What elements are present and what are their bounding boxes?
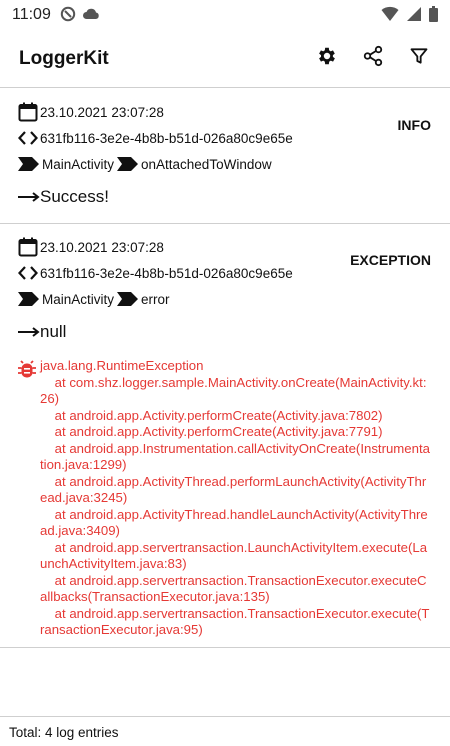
log-method: error xyxy=(141,291,170,307)
message-row: Success! xyxy=(18,179,432,215)
share-button[interactable] xyxy=(360,45,386,71)
code-icon xyxy=(18,130,40,146)
log-level: INFO xyxy=(397,117,431,133)
log-class: MainActivity xyxy=(42,291,115,307)
footer: Total: 4 log entries xyxy=(0,716,450,746)
status-time: 11:09 xyxy=(12,6,51,23)
stacktrace-block: java.lang.RuntimeException at com.shz.lo… xyxy=(18,358,432,639)
log-session: 631fb116-3e2e-4b8b-b51d-026a80c9e65e xyxy=(40,130,293,146)
label-arrow-icon xyxy=(117,156,139,172)
cloud-icon xyxy=(82,7,100,26)
code-icon xyxy=(18,265,40,281)
log-message: null xyxy=(40,322,67,341)
arrow-right-icon xyxy=(18,190,40,204)
log-entry[interactable]: INFO 23.10.2021 23:07:28 631fb116-3e2e-4… xyxy=(0,89,450,224)
log-level: EXCEPTION xyxy=(350,252,431,268)
label-arrow-icon xyxy=(18,156,40,172)
log-method: onAttachedToWindow xyxy=(141,156,272,172)
app-title: LoggerKit xyxy=(19,48,109,69)
arrow-right-icon xyxy=(18,325,40,339)
message-row: null xyxy=(18,314,432,350)
session-row: 631fb116-3e2e-4b8b-b51d-026a80c9e65e xyxy=(18,125,432,151)
status-left-icons xyxy=(60,6,100,27)
log-session: 631fb116-3e2e-4b8b-b51d-026a80c9e65e xyxy=(40,265,293,281)
vpn-icon xyxy=(60,6,76,27)
calendar-icon xyxy=(18,237,40,257)
status-right-icons xyxy=(381,6,438,27)
log-class: MainActivity xyxy=(42,156,115,172)
stacktrace-text: java.lang.RuntimeException at com.shz.lo… xyxy=(40,358,430,637)
filter-icon xyxy=(409,46,429,71)
filter-button[interactable] xyxy=(406,45,432,71)
app-actions xyxy=(314,45,432,71)
total-count: Total: 4 log entries xyxy=(9,725,119,740)
gear-icon xyxy=(316,45,338,72)
log-date: 23.10.2021 23:07:28 xyxy=(40,104,164,120)
label-arrow-icon xyxy=(18,291,40,307)
label-arrow-icon xyxy=(117,291,139,307)
app-bar: LoggerKit xyxy=(0,32,450,88)
status-bar: 11:09 xyxy=(0,0,450,32)
location-row: MainActivity error xyxy=(18,286,432,312)
bug-icon xyxy=(18,358,40,639)
battery-icon xyxy=(429,6,438,27)
log-message: Success! xyxy=(40,187,109,206)
log-date: 23.10.2021 23:07:28 xyxy=(40,239,164,255)
signal-icon xyxy=(407,6,421,27)
wifi-icon xyxy=(381,6,399,27)
calendar-icon xyxy=(18,102,40,122)
location-row: MainActivity onAttachedToWindow xyxy=(18,151,432,177)
log-entry[interactable]: EXCEPTION 23.10.2021 23:07:28 631fb116-3… xyxy=(0,224,450,648)
log-list[interactable]: INFO 23.10.2021 23:07:28 631fb116-3e2e-4… xyxy=(0,89,450,716)
date-row: 23.10.2021 23:07:28 xyxy=(18,99,432,125)
share-icon xyxy=(362,45,384,72)
settings-button[interactable] xyxy=(314,45,340,71)
